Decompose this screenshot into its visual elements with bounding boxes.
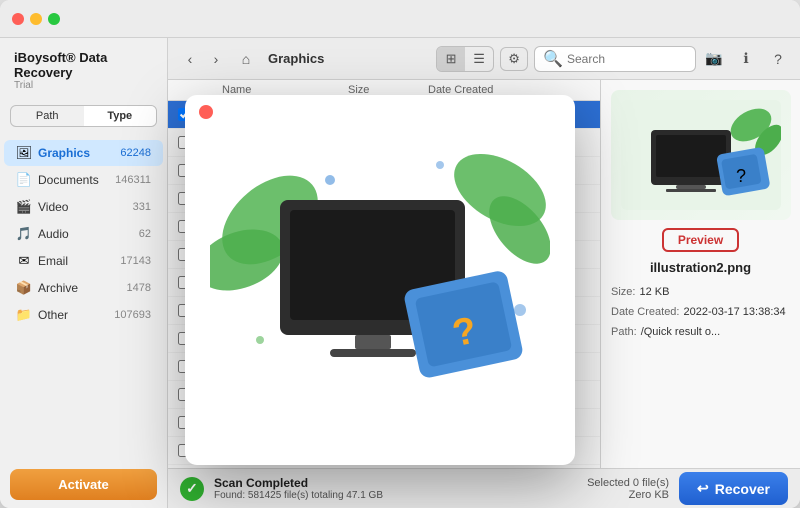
list-view-button[interactable]: ☰: [465, 47, 493, 71]
preview-details: Size: 12 KB Date Created: 2022-03-17 13:…: [611, 283, 790, 342]
maximize-button[interactable]: [48, 13, 60, 25]
audio-icon: 🎵: [16, 226, 32, 242]
preview-path-label: Path:: [611, 323, 637, 343]
preview-button[interactable]: Preview: [662, 228, 739, 252]
toolbar-path: Graphics: [268, 51, 324, 66]
scan-info: Scan Completed Found: 581425 file(s) tot…: [214, 476, 383, 501]
camera-icon[interactable]: 📷: [702, 47, 726, 71]
preview-filename: illustration2.png: [650, 260, 751, 275]
sidebar-item-count: 331: [133, 201, 151, 213]
tab-type[interactable]: Type: [84, 106, 157, 126]
sidebar-item-count: 146311: [115, 174, 151, 186]
sidebar-item-count: 62248: [120, 147, 151, 159]
scan-title: Scan Completed: [214, 476, 383, 490]
recover-icon: ↩: [697, 480, 709, 497]
sidebar-items: 🖼 Graphics 62248 📄 Documents 146311 🎬 Vi…: [0, 135, 167, 461]
sidebar-item-archive[interactable]: 📦 Archive 1478: [4, 275, 163, 301]
preview-popup: ?: [185, 95, 575, 465]
preview-size-row: Size: 12 KB: [611, 283, 790, 303]
home-button[interactable]: ⌂: [234, 47, 258, 71]
sidebar-item-email[interactable]: ✉ Email 17143: [4, 248, 163, 274]
documents-icon: 📄: [16, 172, 32, 188]
app-subtitle: Trial: [14, 80, 153, 91]
search-input[interactable]: [567, 52, 687, 66]
sidebar-item-count: 17143: [120, 255, 151, 267]
filter-button[interactable]: ⚙: [500, 47, 528, 71]
recover-button[interactable]: ↩ Recover: [679, 472, 788, 505]
sidebar-item-graphics[interactable]: 🖼 Graphics 62248: [4, 140, 163, 166]
question-icon[interactable]: ?: [766, 47, 790, 71]
app-title: iBoysoft® Data Recovery: [14, 50, 153, 80]
preview-date-label: Date Created:: [611, 303, 679, 323]
sidebar-item-count: 107693: [114, 309, 151, 321]
view-buttons: ⊞ ☰: [436, 46, 494, 72]
forward-button[interactable]: ›: [204, 47, 228, 71]
minimize-button[interactable]: [30, 13, 42, 25]
toolbar-search: 🔍: [534, 46, 696, 72]
sidebar-item-other[interactable]: 📁 Other 107693: [4, 302, 163, 328]
sidebar-item-label: Documents: [38, 173, 115, 187]
toolbar: ‹ › ⌂ Graphics ⊞ ☰ ⚙ 🔍 📷 ℹ ?: [168, 38, 800, 80]
video-icon: 🎬: [16, 199, 32, 215]
preview-size-value: 12 KB: [639, 283, 669, 303]
sidebar-item-documents[interactable]: 📄 Documents 146311: [4, 167, 163, 193]
popup-close-button[interactable]: [199, 105, 213, 119]
svg-text:?: ?: [735, 166, 745, 186]
preview-date-value: 2022-03-17 13:38:34: [683, 303, 785, 323]
traffic-lights: [12, 13, 60, 25]
preview-illustration: ?: [210, 140, 550, 420]
bottom-bar: ✓ Scan Completed Found: 581425 file(s) t…: [168, 468, 800, 508]
back-button[interactable]: ‹: [178, 47, 202, 71]
email-icon: ✉: [16, 253, 32, 269]
recover-label: Recover: [715, 481, 770, 497]
sidebar-item-video[interactable]: 🎬 Video 331: [4, 194, 163, 220]
sidebar-tabs: Path Type: [10, 105, 157, 127]
tab-path[interactable]: Path: [11, 106, 84, 126]
sidebar-item-count: 62: [139, 228, 151, 240]
sidebar-item-label: Audio: [38, 227, 139, 241]
selected-info: Selected 0 file(s) Zero KB: [587, 477, 669, 501]
preview-image-area: ?: [611, 90, 791, 220]
graphics-icon: 🖼: [16, 145, 32, 161]
scan-complete-icon: ✓: [180, 477, 204, 501]
search-icon: 🔍: [543, 49, 563, 69]
other-icon: 📁: [16, 307, 32, 323]
preview-panel: ? Preview illustration2.png Size: 12 KB …: [600, 80, 800, 468]
sidebar-item-label: Archive: [38, 281, 127, 295]
scan-subtitle: Found: 581425 file(s) totaling 47.1 GB: [214, 490, 383, 501]
sidebar: iBoysoft® Data Recovery Trial Path Type …: [0, 38, 168, 508]
sidebar-item-label: Graphics: [38, 146, 120, 160]
selected-size: Zero KB: [587, 489, 669, 501]
preview-date-row: Date Created: 2022-03-17 13:38:34: [611, 303, 790, 323]
sidebar-item-audio[interactable]: 🎵 Audio 62: [4, 221, 163, 247]
preview-path-value: /Quick result o...: [641, 323, 720, 343]
sidebar-item-label: Email: [38, 254, 120, 268]
toolbar-icons: 📷 ℹ ?: [702, 47, 790, 71]
preview-thumbnail: ?: [621, 100, 781, 210]
titlebar: [0, 0, 800, 38]
close-button[interactable]: [12, 13, 24, 25]
sidebar-item-label: Other: [38, 308, 114, 322]
sidebar-header: iBoysoft® Data Recovery Trial: [0, 38, 167, 97]
activate-button[interactable]: Activate: [10, 469, 157, 500]
info-icon[interactable]: ℹ: [734, 47, 758, 71]
toolbar-nav: ‹ ›: [178, 47, 228, 71]
selected-count: Selected 0 file(s): [587, 477, 669, 489]
grid-view-button[interactable]: ⊞: [437, 47, 465, 71]
archive-icon: 📦: [16, 280, 32, 296]
sidebar-item-count: 1478: [127, 282, 151, 294]
sidebar-item-label: Video: [38, 200, 133, 214]
preview-path-row: Path: /Quick result o...: [611, 323, 790, 343]
preview-size-label: Size:: [611, 283, 635, 303]
